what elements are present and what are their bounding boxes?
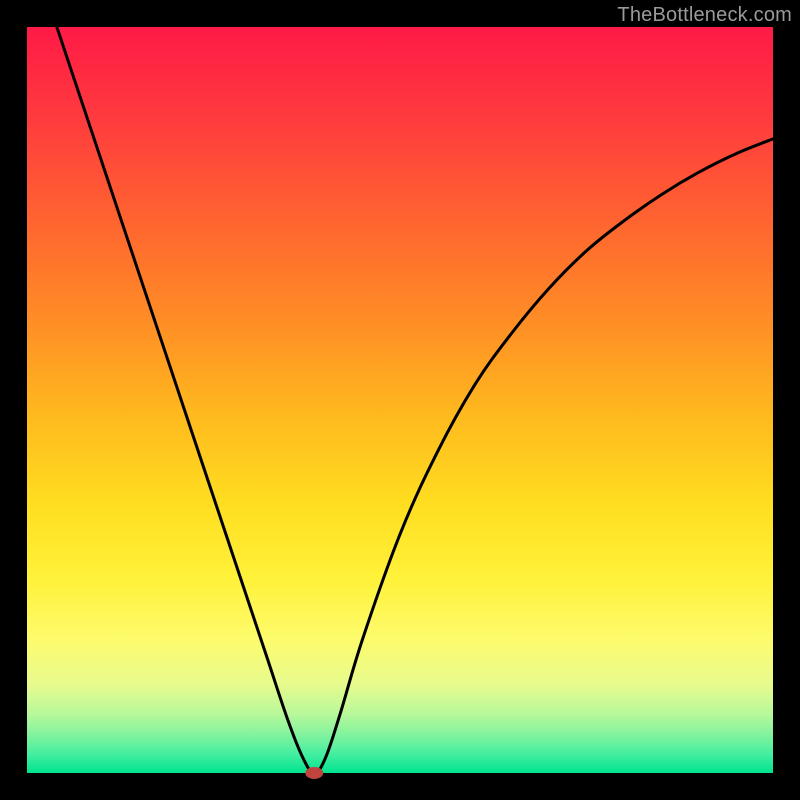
chart-container: TheBottleneck.com <box>0 0 800 800</box>
minimum-marker-icon <box>305 767 323 779</box>
plot-area <box>27 27 773 773</box>
bottleneck-curve <box>57 27 773 773</box>
watermark-text: TheBottleneck.com <box>617 4 792 27</box>
curve-svg <box>27 27 773 773</box>
